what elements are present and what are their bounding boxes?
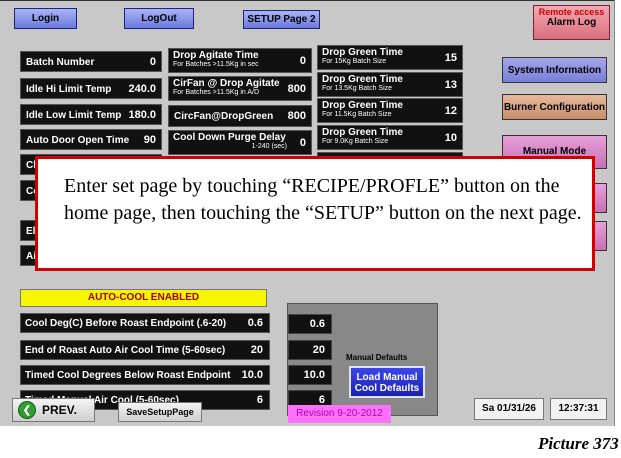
load-manual-cool-defaults-button[interactable]: Load Manual Cool Defaults — [349, 366, 425, 398]
cool-param-deg-before-endpoint[interactable]: Cool Deg(C) Before Roast Endpoint (.6-20… — [20, 313, 270, 333]
param-sublabel: For Batches >11.5Kg in sec — [173, 61, 259, 68]
param-sublabel: For 15Kg Batch Size — [322, 58, 387, 65]
hmi-screen: Login LogOut SETUP Page 2 Remote access … — [0, 0, 615, 426]
param-value: 0.6 — [247, 317, 263, 329]
param-sublabel: For 9.0Kg Batch Size — [322, 138, 389, 145]
param-label: Drop Green Time — [322, 47, 403, 58]
param-cool-down-purge-delay[interactable]: Cool Down Purge Delay 1-240 (sec) 0 — [168, 130, 312, 155]
param-value: 90 — [143, 134, 156, 146]
param-sublabel: For Batches >11.5Kg in A/D — [173, 89, 260, 96]
param-label: Cool Down Purge Delay — [173, 132, 286, 143]
param-auto-door-open-time[interactable]: Auto Door Open Time 90 — [20, 129, 162, 150]
param-sublabel: 1-240 (sec) — [251, 143, 287, 150]
param-value: 0 — [299, 55, 306, 67]
param-label: Drop Green Time — [322, 74, 403, 85]
param-label: Drop Green Time — [322, 100, 403, 111]
date-display: Sa 01/31/26 — [474, 398, 544, 420]
param-value: 0 — [299, 137, 306, 149]
manual-default-value: 20 — [288, 340, 332, 360]
burner-configuration-button[interactable]: Burner Configuration — [502, 94, 607, 120]
remote-access-label: Remote access — [538, 7, 605, 17]
param-label: CircFan@DropGreen — [174, 111, 274, 122]
param-batch-number[interactable]: Batch Number 0 — [20, 51, 162, 72]
param-label: Idle Hi Limit Temp — [26, 84, 112, 95]
param-value: 10.0 — [241, 369, 263, 381]
param-value: 800 — [287, 110, 306, 122]
alarm-log-button[interactable]: Remote access Alarm Log — [533, 5, 610, 40]
manual-defaults-label: Manual Defaults — [346, 353, 408, 362]
param-drop-green-time-9kg[interactable]: Drop Green Time For 9.0Kg Batch Size 10 — [317, 125, 463, 150]
param-label: Auto Door Open Time — [26, 135, 130, 146]
prev-label: PREV. — [42, 403, 77, 417]
param-value: 6 — [256, 394, 263, 406]
revision-label: Revision 9-20-2012 — [288, 405, 391, 423]
param-label: Drop Green Time — [322, 127, 403, 138]
param-value: 0 — [149, 56, 156, 68]
param-drop-green-time-13-5kg[interactable]: Drop Green Time For 13.5Kg Batch Size 13 — [317, 72, 463, 97]
setup-page-2-button[interactable]: SETUP Page 2 — [243, 10, 320, 29]
alarm-log-label: Alarm Log — [546, 17, 597, 28]
param-label: CirFan @ Drop Agitate — [173, 78, 280, 89]
param-value: 240.0 — [128, 83, 156, 95]
instruction-text: Enter set page by touching “RECIPE/PROFL… — [64, 175, 582, 224]
param-drop-agitate-time[interactable]: Drop Agitate Time For Batches >11.5Kg in… — [168, 48, 312, 73]
param-sublabel: For 11.5Kg Batch Size — [322, 111, 392, 118]
param-idle-hi-limit-temp[interactable]: Idle Hi Limit Temp 240.0 — [20, 78, 162, 99]
figure-caption: Picture 373 — [538, 434, 619, 453]
login-button[interactable]: Login — [14, 8, 77, 29]
param-value: 180.0 — [128, 109, 156, 121]
param-value: 10 — [444, 132, 457, 144]
param-label: Batch Number — [26, 57, 95, 68]
manual-default-value: 0.6 — [288, 314, 332, 334]
param-value: 12 — [444, 105, 457, 117]
param-drop-green-time-15kg[interactable]: Drop Green Time For 15Kg Batch Size 15 — [317, 45, 463, 70]
cool-param-timed-cool-degrees[interactable]: Timed Cool Degrees Below Roast Endpoint … — [20, 365, 270, 385]
cool-param-auto-air-cool-time[interactable]: End of Roast Auto Air Cool Time (5-60sec… — [20, 340, 270, 360]
param-value: 13 — [444, 79, 457, 91]
param-label: Drop Agitate Time — [173, 50, 259, 61]
param-sublabel: For 13.5Kg Batch Size — [322, 85, 393, 92]
manual-default-value: 10.0 — [288, 365, 332, 385]
param-circfan-drop-green[interactable]: CircFan@DropGreen 800 — [168, 105, 312, 127]
prev-button[interactable]: ❮ PREV. — [12, 398, 95, 422]
param-value: 800 — [287, 83, 306, 95]
save-setup-page-button[interactable]: SaveSetupPage — [118, 402, 202, 422]
param-label: Timed Cool Degrees Below Roast Endpoint — [25, 370, 231, 381]
logout-button[interactable]: LogOut — [124, 8, 194, 29]
auto-cool-status: AUTO-COOL ENABLED — [20, 289, 267, 307]
param-value: 20 — [250, 344, 263, 356]
param-idle-low-limit-temp[interactable]: Idle Low Limit Temp 180.0 — [20, 104, 162, 125]
param-value: 15 — [444, 52, 457, 64]
param-label: Cool Deg(C) Before Roast Endpoint (.6-20… — [25, 318, 227, 329]
param-label: Idle Low Limit Temp — [26, 110, 122, 121]
param-cirfan-drop-agitate[interactable]: CirFan @ Drop Agitate For Batches >11.5K… — [168, 76, 312, 101]
arrow-left-icon: ❮ — [18, 401, 36, 419]
system-information-button[interactable]: System Information — [502, 57, 607, 83]
instruction-callout: Enter set page by touching “RECIPE/PROFL… — [35, 156, 595, 271]
param-label: End of Roast Auto Air Cool Time (5-60sec… — [25, 345, 226, 356]
time-display: 12:37:31 — [550, 398, 607, 420]
param-drop-green-time-11-5kg[interactable]: Drop Green Time For 11.5Kg Batch Size 12 — [317, 98, 463, 123]
